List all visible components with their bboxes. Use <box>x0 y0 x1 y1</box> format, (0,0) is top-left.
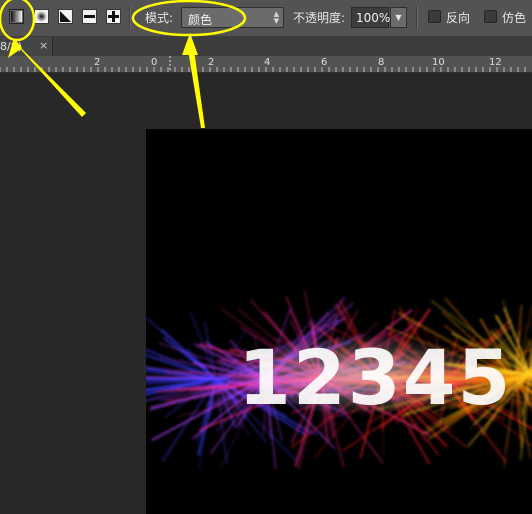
ruler-label: 2 <box>208 57 215 68</box>
diamond-gradient-button[interactable] <box>106 9 121 24</box>
select-arrows-icon: ▲ ▼ <box>273 10 279 25</box>
dither-label: 仿色 <box>502 11 527 25</box>
close-icon[interactable]: × <box>39 39 48 52</box>
options-bar: 模式: 颜色 ▲ ▼ 不透明度: 100% ▼ 反向 仿色 <box>0 0 532 37</box>
ruler-label: 4 <box>264 57 271 68</box>
radial-gradient-icon <box>36 11 47 22</box>
angle-gradient-button[interactable] <box>58 9 73 24</box>
light-burst-artwork: 12345 <box>146 290 532 470</box>
linear-gradient-icon <box>11 11 22 22</box>
dither-checkbox[interactable] <box>484 10 497 23</box>
document-tab-title: 8/8) <box>0 40 22 53</box>
mode-value: 颜色 <box>188 13 213 27</box>
reflected-gradient-button[interactable] <box>82 9 97 24</box>
linear-gradient-button[interactable] <box>9 9 24 24</box>
ruler-label: 8 <box>378 57 385 68</box>
ruler-label: 6 <box>321 57 328 68</box>
mode-label: 模式: <box>145 11 174 25</box>
mode-select[interactable]: 颜色 ▲ ▼ <box>181 7 284 28</box>
angle-gradient-icon <box>60 11 71 22</box>
opacity-value: 100% <box>356 11 391 25</box>
opacity-dropdown-button[interactable]: ▼ <box>390 7 407 28</box>
workspace: 12345 <box>0 73 532 514</box>
radial-gradient-button[interactable] <box>34 9 49 24</box>
diamond-gradient-icon <box>108 11 119 22</box>
document-canvas[interactable]: 12345 <box>146 129 532 514</box>
document-tab-bar: 8/8) × <box>0 37 532 56</box>
ruler-label: 2 <box>94 57 101 68</box>
ruler-label: 12 <box>489 57 502 68</box>
opacity-label: 不透明度: <box>293 11 346 25</box>
chevron-down-icon: ▼ <box>395 13 402 22</box>
separator <box>416 6 418 30</box>
reverse-checkbox[interactable] <box>428 10 441 23</box>
reverse-label: 反向 <box>446 11 471 25</box>
ruler-label: 0 <box>151 57 158 68</box>
separator <box>129 6 131 30</box>
horizontal-ruler: 2 0 2 4 6 8 10 12 <box>0 56 532 73</box>
document-tab[interactable]: 8/8) × <box>0 37 53 56</box>
photoshop-window: 模式: 颜色 ▲ ▼ 不透明度: 100% ▼ 反向 仿色 8/8) × 2 0 … <box>0 0 532 514</box>
opacity-input[interactable]: 100% <box>351 7 391 28</box>
artwork-text: 12345 <box>238 333 512 422</box>
ruler-label: 10 <box>432 57 445 68</box>
reflected-gradient-icon <box>84 11 95 22</box>
